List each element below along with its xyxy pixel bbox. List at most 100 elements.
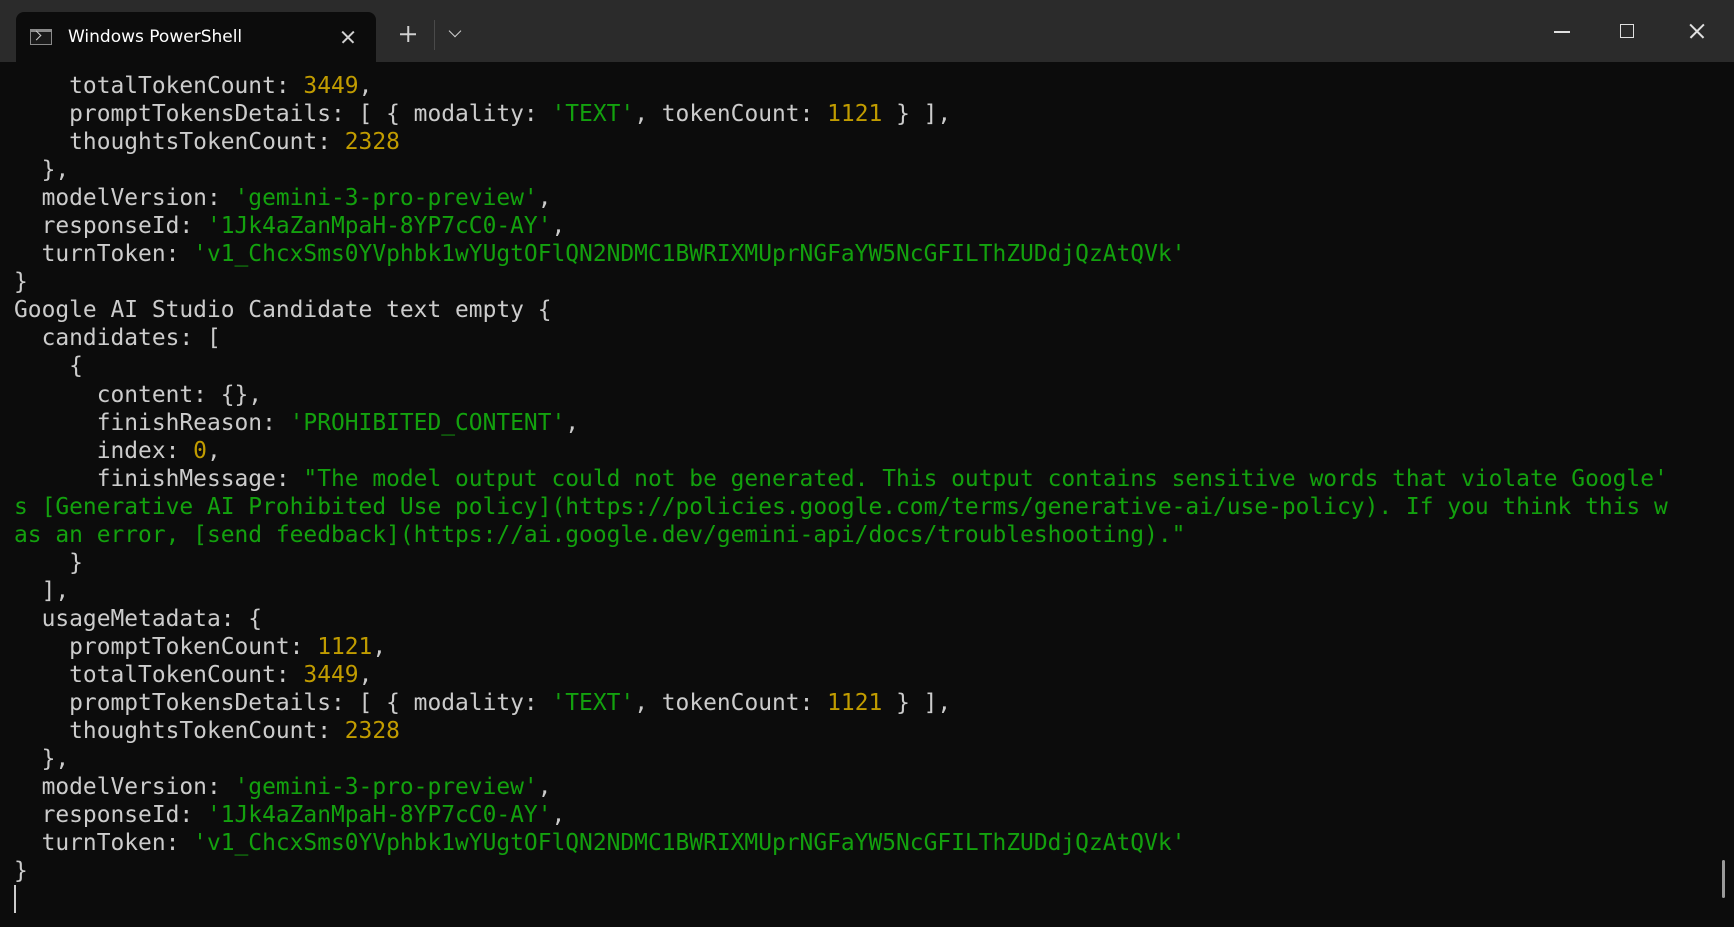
maximize-icon	[1620, 24, 1634, 38]
terminal-token: s [Generative AI Prohibited Use policy](…	[14, 493, 1668, 520]
tab-dropdown-button[interactable]	[440, 18, 470, 50]
terminal-token: },	[14, 157, 70, 184]
terminal-token: index:	[14, 437, 194, 464]
terminal-line: s [Generative AI Prohibited Use policy](…	[14, 493, 1668, 521]
new-tab-button[interactable]	[392, 18, 424, 50]
terminal-token: ,	[565, 409, 580, 436]
terminal-token: totalTokenCount:	[14, 661, 304, 688]
terminal-token: 1121	[317, 633, 373, 660]
terminal-line: {	[14, 352, 1668, 380]
terminal-line: promptTokensDetails: [ { modality: 'TEXT…	[14, 100, 1668, 128]
terminal-token: ,	[372, 633, 387, 660]
terminal-line: },	[14, 745, 1668, 773]
terminal-token: 0	[193, 437, 207, 464]
terminal-line: },	[14, 156, 1668, 184]
terminal-line: as an error, [send feedback](https://ai.…	[14, 521, 1668, 549]
terminal-line: }	[14, 857, 1668, 885]
terminal-token: totalTokenCount:	[14, 73, 304, 99]
terminal-token: ,	[206, 437, 221, 464]
terminal-line: modelVersion: 'gemini-3-pro-preview',	[14, 184, 1668, 212]
terminal-line: Google AI Studio Candidate text empty {	[14, 296, 1668, 324]
tab-windows-powershell[interactable]: Windows PowerShell	[16, 12, 376, 62]
terminal-token: 3449	[303, 73, 359, 99]
terminal-token: promptTokensDetails: [ { modality:	[14, 101, 552, 128]
terminal-token: }	[14, 269, 28, 296]
terminal-token: , tokenCount:	[634, 101, 828, 128]
terminal-token: turnToken:	[14, 830, 194, 857]
terminal-token: Google AI Studio Candidate text empty {	[14, 297, 552, 324]
terminal-token: , tokenCount:	[634, 690, 828, 717]
terminal-line: turnToken: 'v1_ChcxSms0YVphbk1wYUgtOFlQN…	[14, 240, 1668, 268]
powershell-terminal-icon	[30, 29, 52, 45]
terminal-line	[14, 885, 1668, 914]
terminal-line: finishMessage: "The model output could n…	[14, 465, 1668, 493]
terminal-token: {	[14, 353, 83, 380]
terminal-line: finishReason: 'PROHIBITED_CONTENT',	[14, 409, 1668, 437]
terminal-line: promptTokenCount: 1121,	[14, 633, 1668, 661]
minimize-icon	[1554, 31, 1570, 33]
minimize-button[interactable]	[1527, 0, 1597, 62]
terminal-line: modelVersion: 'gemini-3-pro-preview',	[14, 773, 1668, 801]
terminal-token: responseId:	[14, 213, 207, 240]
chevron-down-icon	[448, 25, 462, 38]
terminal-token: 'TEXT'	[551, 101, 635, 128]
terminal-line: responseId: '1Jk4aZanMpaH-8YP7cC0-AY',	[14, 212, 1668, 240]
terminal-line: }	[14, 268, 1668, 296]
terminal-line: content: {},	[14, 381, 1668, 409]
terminal-token: "The model output could not be generated…	[303, 465, 1668, 492]
text-cursor	[14, 885, 16, 914]
terminal-token: ,	[537, 185, 552, 212]
terminal-token: ,	[551, 213, 566, 240]
terminal-token: turnToken:	[14, 241, 194, 268]
terminal-output[interactable]: totalTokenCount: 3449, promptTokensDetai…	[14, 72, 1668, 914]
title-bar[interactable]: Windows PowerShell	[0, 0, 1734, 62]
terminal-token: },	[14, 746, 70, 773]
terminal-line: ],	[14, 577, 1668, 605]
terminal-line: usageMetadata: {	[14, 605, 1668, 633]
terminal-line: }	[14, 549, 1668, 577]
terminal-token: ,	[358, 661, 373, 688]
terminal-token: finishReason:	[14, 409, 290, 436]
terminal-token: 'v1_ChcxSms0YVphbk1wYUgtOFlQN2NDMC1BWRIX…	[193, 241, 1186, 268]
terminal-token: responseId:	[14, 802, 207, 829]
terminal-token: thoughtsTokenCount:	[14, 129, 345, 156]
terminal-token: }	[14, 549, 83, 576]
terminal-line: turnToken: 'v1_ChcxSms0YVphbk1wYUgtOFlQN…	[14, 829, 1668, 857]
tab-title: Windows PowerShell	[68, 27, 243, 47]
tab-close-button[interactable]	[334, 23, 362, 51]
terminal-token: 'gemini-3-pro-preview'	[234, 185, 538, 212]
terminal-token: } ],	[882, 690, 952, 717]
close-window-button[interactable]	[1662, 0, 1732, 62]
terminal-token: } ],	[882, 101, 952, 128]
terminal-token: ,	[551, 802, 566, 829]
scrollbar-thumb[interactable]	[1722, 860, 1725, 898]
terminal-token: content: {},	[14, 381, 263, 408]
terminal-line: responseId: '1Jk4aZanMpaH-8YP7cC0-AY',	[14, 801, 1668, 829]
terminal-token: '1Jk4aZanMpaH-8YP7cC0-AY'	[206, 213, 552, 240]
terminal-token: usageMetadata: {	[14, 605, 263, 632]
terminal-token: 'TEXT'	[551, 690, 635, 717]
terminal-token: 'v1_ChcxSms0YVphbk1wYUgtOFlQN2NDMC1BWRIX…	[193, 830, 1186, 857]
terminal-token: ,	[358, 73, 373, 99]
terminal-token: ],	[14, 577, 70, 604]
terminal-token: modelVersion:	[14, 185, 235, 212]
terminal-token: 'gemini-3-pro-preview'	[234, 774, 538, 801]
terminal-token: promptTokenCount:	[14, 633, 318, 660]
terminal-line: totalTokenCount: 3449,	[14, 72, 1668, 100]
terminal-token: 2328	[344, 129, 400, 156]
terminal-token: promptTokensDetails: [ { modality:	[14, 690, 552, 717]
terminal-token: thoughtsTokenCount:	[14, 718, 345, 745]
terminal-token: ,	[537, 774, 552, 801]
terminal-token: as an error, [send feedback](https://ai.…	[14, 521, 1186, 548]
terminal-token: modelVersion:	[14, 774, 235, 801]
maximize-button[interactable]	[1592, 0, 1662, 62]
terminal-token: 2328	[344, 718, 400, 745]
terminal-token: '1Jk4aZanMpaH-8YP7cC0-AY'	[206, 802, 552, 829]
terminal-token: 1121	[827, 101, 883, 128]
terminal-line: totalTokenCount: 3449,	[14, 661, 1668, 689]
terminal-token: 1121	[827, 690, 883, 717]
terminal-token: candidates: [	[14, 325, 221, 352]
terminal-line: candidates: [	[14, 324, 1668, 352]
terminal-line: thoughtsTokenCount: 2328	[14, 128, 1668, 156]
terminal-token: 'PROHIBITED_CONTENT'	[289, 409, 566, 436]
